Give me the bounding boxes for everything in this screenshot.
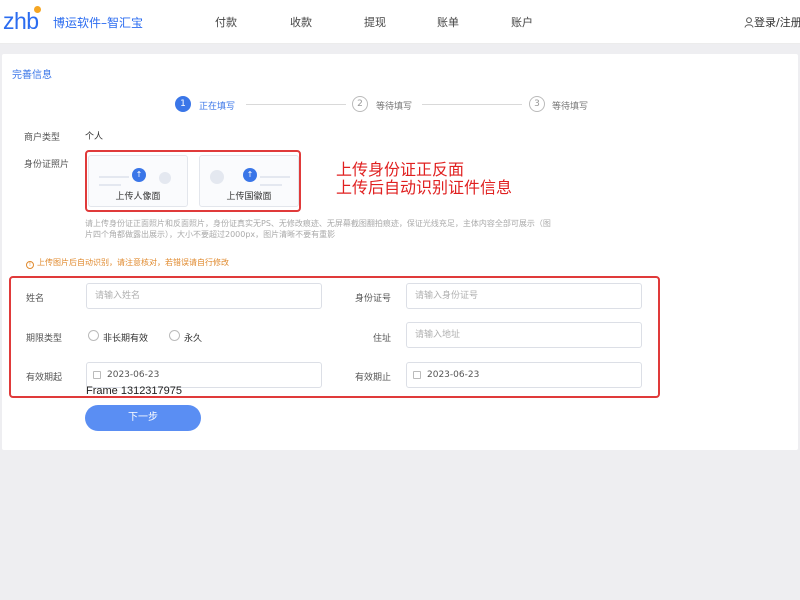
nav-bills[interactable]: 账单 [437,14,459,30]
step-1-circle: 1 [175,96,191,112]
nav-account[interactable]: 账户 [511,14,533,30]
id-number-input[interactable] [406,283,642,309]
brand-name: 博运软件–智汇宝 [53,16,144,30]
step-2-circle: 2 [352,96,368,112]
login-register-link[interactable]: 登录/注册 [744,14,800,30]
step-connector [422,104,522,105]
page-title: 完善信息 [12,70,52,81]
annotation-line-1: 上传身份证正反面 [336,160,465,179]
step-1-label: 正在填写 [199,102,236,112]
step-3-label: 等待填写 [552,102,589,112]
period-type-label: 期限类型 [26,334,63,344]
user-icon [744,17,754,28]
login-label: 登录/注册 [754,16,800,29]
next-step-button[interactable]: 下一步 [85,405,201,431]
merchant-type-value: 个人 [85,132,104,142]
top-nav-bar: zhb 博运软件–智汇宝 付款 收款 提现 账单 账户 登录/注册 [0,0,800,44]
nav-receive[interactable]: 收款 [290,14,312,30]
upload-hint-text: 请上传身份证正面照片和反面照片，身份证真实无PS、无修改痕迹、无屏幕截图翻拍痕迹… [85,219,551,239]
calendar-icon [93,371,101,379]
frame-label: Frame 1312317975 [86,385,183,397]
radio-non-permanent[interactable] [88,330,99,341]
highlight-box-upload [85,150,301,212]
name-input[interactable] [86,283,322,309]
valid-to-value: 2023-06-23 [427,370,480,380]
id-photo-label: 身份证照片 [24,160,70,170]
valid-to-label: 有效期止 [355,373,392,383]
nav-withdraw[interactable]: 提现 [364,14,386,30]
valid-from-value: 2023-06-23 [107,370,160,380]
radio-permanent-label[interactable]: 永久 [184,331,202,344]
nav-pay[interactable]: 付款 [215,14,237,30]
step-2-label: 等待填写 [376,102,413,112]
step-connector [246,104,346,105]
logo-dot-icon [34,6,41,13]
valid-from-label: 有效期起 [26,373,63,383]
name-label: 姓名 [26,294,45,304]
radio-permanent[interactable] [169,330,180,341]
calendar-icon [413,371,421,379]
address-label: 住址 [373,334,392,344]
merchant-type-label: 商户类型 [24,133,61,143]
warning-icon: ! [26,261,34,269]
step-3-circle: 3 [529,96,545,112]
warning-text: 上传图片后自动识别，请注意核对，若错误请自行修改 [37,258,229,267]
valid-to-date-picker[interactable]: 2023-06-23 [406,362,642,388]
id-number-label: 身份证号 [355,294,392,304]
main-card: 完善信息 1 正在填写 2 等待填写 3 等待填写 商户类型 个人 身份证照片 … [2,54,798,450]
annotation-line-2: 上传后自动识别证件信息 [336,178,513,197]
auto-recognize-warning: ! 上传图片后自动识别，请注意核对，若错误请自行修改 [26,257,229,269]
logo: zhb [3,8,39,34]
radio-non-permanent-label[interactable]: 非长期有效 [103,331,148,344]
address-input[interactable] [406,322,642,348]
